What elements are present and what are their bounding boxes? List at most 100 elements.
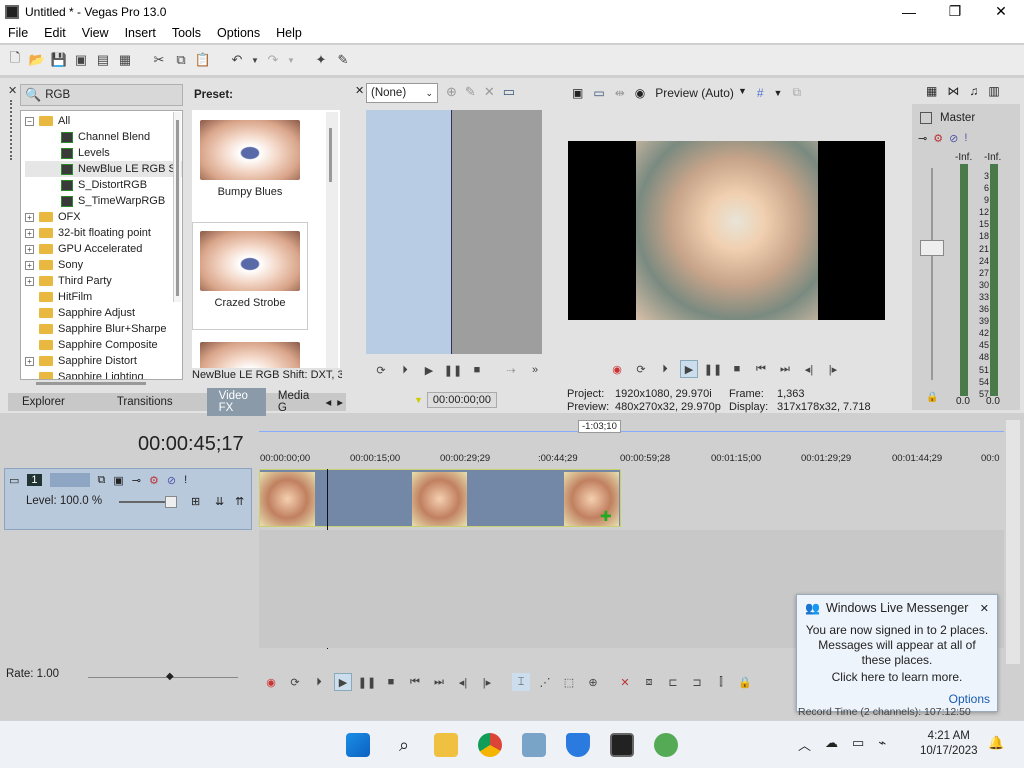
video-track-header[interactable]: ▭ 1 ⧉ ▣ ⊸ ⚙ ⊘ ! Level: 100.0 % ⊞ ⇊ ⇈ bbox=[4, 468, 252, 530]
security-icon[interactable] bbox=[566, 733, 590, 757]
pan-crop-icon[interactable]: ⊸ bbox=[132, 474, 141, 487]
video-event[interactable]: ✚ bbox=[259, 469, 621, 527]
preset-thumbnail-partial[interactable] bbox=[192, 334, 308, 368]
loop-region-bar[interactable] bbox=[259, 420, 1004, 432]
selection-tool-icon[interactable]: ⬚ bbox=[560, 673, 578, 691]
level-slider[interactable] bbox=[119, 496, 177, 508]
play-icon[interactable]: ▶ bbox=[420, 361, 438, 379]
tree-item-sapphire-composite[interactable]: Sapphire Composite bbox=[25, 337, 182, 353]
loop-icon[interactable]: ⟳ bbox=[286, 673, 304, 691]
presets-scrollbar[interactable] bbox=[326, 112, 338, 368]
solo-icon[interactable]: ! bbox=[184, 474, 187, 486]
redo-dropdown-icon[interactable]: ▼ bbox=[286, 51, 296, 69]
preset-crazed-strobe[interactable]: Crazed Strobe bbox=[192, 222, 308, 330]
copy-snapshot-icon[interactable]: ⧉ bbox=[792, 85, 801, 100]
overlays-dropdown-icon[interactable]: ▼ bbox=[774, 88, 783, 98]
audio-icon[interactable]: ♫ bbox=[969, 84, 978, 98]
pause-icon[interactable]: ❚❚ bbox=[358, 673, 376, 691]
tree-item-newblue-rgb[interactable]: NewBlue LE RGB S bbox=[25, 161, 182, 177]
trimmer-dropdown[interactable]: (None) ⌄ bbox=[366, 83, 438, 103]
enable-snapping-icon[interactable]: ✦ bbox=[312, 51, 330, 69]
tree-item-levels[interactable]: Levels bbox=[25, 145, 182, 161]
tree-scrollbar[interactable] bbox=[173, 112, 181, 302]
photos-icon[interactable] bbox=[522, 733, 546, 757]
solo-icon[interactable]: ! bbox=[964, 132, 967, 145]
trim-end-icon[interactable]: ⊐ bbox=[688, 673, 706, 691]
normal-edit-tool-icon[interactable]: ⌶ bbox=[512, 673, 530, 691]
envelope-tool-icon[interactable]: ⋰ bbox=[536, 673, 554, 691]
lock-icon[interactable]: 🔒 bbox=[736, 673, 754, 691]
previous-frame-icon[interactable]: ◂| bbox=[800, 360, 818, 378]
save-as-icon[interactable]: ▣ bbox=[72, 51, 90, 69]
trim-start-icon[interactable]: ⊏ bbox=[664, 673, 682, 691]
timeline-vscrollbar[interactable] bbox=[1006, 420, 1020, 664]
fx-chain-icon[interactable]: ⚙ bbox=[933, 132, 943, 145]
tab-explorer[interactable]: Explorer bbox=[8, 396, 77, 408]
tree-item-all[interactable]: − All bbox=[25, 113, 182, 129]
messenger-notification[interactable]: 👥 Windows Live Messenger ✕ You are now s… bbox=[796, 594, 998, 712]
video-preview[interactable] bbox=[568, 141, 885, 320]
expand-icon[interactable]: + bbox=[25, 228, 34, 238]
delete-icon[interactable]: ✕ bbox=[616, 673, 634, 691]
tree-item-sapphire-distort[interactable]: + Sapphire Distort bbox=[25, 353, 182, 369]
chrome-icon[interactable] bbox=[478, 733, 502, 757]
undo-dropdown-icon[interactable]: ▼ bbox=[250, 51, 260, 69]
play-from-start-icon[interactable]: ⏵ bbox=[396, 361, 414, 379]
fx-icon[interactable]: ⇹ bbox=[615, 86, 625, 100]
pan-icon[interactable]: ⊸ bbox=[918, 132, 927, 145]
loop-icon[interactable]: ⟳ bbox=[372, 361, 390, 379]
preview-quality-dropdown[interactable]: Preview (Auto) ▼ bbox=[655, 86, 747, 100]
notification-link[interactable]: Click here to learn more. bbox=[797, 668, 997, 684]
previous-frame-icon[interactable]: ◂| bbox=[454, 673, 472, 691]
track-name-field[interactable] bbox=[49, 473, 90, 487]
tree-item-gpu[interactable]: + GPU Accelerated bbox=[25, 241, 182, 257]
open-icon[interactable]: 📂 bbox=[28, 51, 46, 69]
preview-monitor-icon[interactable]: ▭ bbox=[503, 84, 515, 100]
minimize-button[interactable]: — bbox=[886, 0, 932, 23]
tree-item-s-timewarprgb[interactable]: S_TimeWarpRGB bbox=[25, 193, 182, 209]
zoom-tool-icon[interactable]: ⊕ bbox=[584, 673, 602, 691]
tree-item-channel-blend[interactable]: Channel Blend bbox=[25, 129, 182, 145]
loop-icon[interactable]: ⟳ bbox=[632, 360, 650, 378]
make-parent-icon[interactable]: ⇈ bbox=[235, 495, 244, 508]
tree-item-sapphire-adjust[interactable]: Sapphire Adjust bbox=[25, 305, 182, 321]
expand-icon[interactable]: + bbox=[25, 356, 34, 366]
file-explorer-icon[interactable] bbox=[434, 733, 458, 757]
stop-icon[interactable]: ■ bbox=[382, 673, 400, 691]
external-monitor-icon[interactable]: ▭ bbox=[593, 86, 604, 100]
fx-tree[interactable]: − All Channel Blend Levels NewBlue LE RGB… bbox=[20, 110, 183, 380]
menu-tools[interactable]: Tools bbox=[164, 26, 209, 40]
stop-icon[interactable]: ■ bbox=[728, 360, 746, 378]
notification-bell-icon[interactable]: 🔔 bbox=[988, 735, 1004, 751]
network-icon[interactable]: ⌁ bbox=[878, 735, 886, 754]
tree-item-32bit[interactable]: +32-bit floating point bbox=[25, 225, 182, 241]
tab-video-fx[interactable]: Video FX bbox=[206, 388, 266, 416]
render-icon[interactable]: ▤ bbox=[94, 51, 112, 69]
menu-view[interactable]: View bbox=[74, 26, 117, 40]
maximize-button[interactable]: ❐ bbox=[932, 0, 978, 23]
go-to-start-icon[interactable]: ⏮ bbox=[752, 360, 770, 378]
panel-grip[interactable] bbox=[10, 100, 13, 160]
cut-icon[interactable]: ✂ bbox=[150, 51, 168, 69]
play-from-start-icon[interactable]: ⏵ bbox=[310, 673, 328, 691]
next-frame-icon[interactable]: |▸ bbox=[824, 360, 842, 378]
new-icon[interactable]: 🗋 bbox=[6, 50, 24, 69]
more-icon[interactable]: » bbox=[526, 361, 544, 379]
notification-options[interactable]: Options bbox=[949, 692, 990, 706]
play-icon[interactable]: ▶ bbox=[680, 360, 698, 378]
motion-blur-icon[interactable]: ⧉ bbox=[98, 474, 106, 487]
stop-icon[interactable]: ■ bbox=[468, 361, 486, 379]
menu-file[interactable]: File bbox=[0, 26, 36, 40]
lock-icon[interactable]: 🔒 bbox=[926, 392, 938, 403]
fx-search-input[interactable]: RGB bbox=[45, 89, 70, 101]
split-icon[interactable]: ⫿ bbox=[712, 673, 730, 691]
collapse-icon[interactable]: − bbox=[25, 116, 34, 126]
trimmer-area[interactable] bbox=[366, 110, 542, 354]
add-to-timeline-icon[interactable]: ⇢ bbox=[502, 361, 520, 379]
properties-icon[interactable]: ▦ bbox=[116, 51, 134, 69]
pause-icon[interactable]: ❚❚ bbox=[444, 361, 462, 379]
search-icon[interactable]: ⌕ bbox=[392, 733, 416, 757]
collapse-track-icon[interactable]: ▭ bbox=[9, 474, 19, 487]
tree-item-s-distortrgb[interactable]: S_DistortRGB bbox=[25, 177, 182, 193]
expand-icon[interactable]: + bbox=[25, 260, 34, 270]
